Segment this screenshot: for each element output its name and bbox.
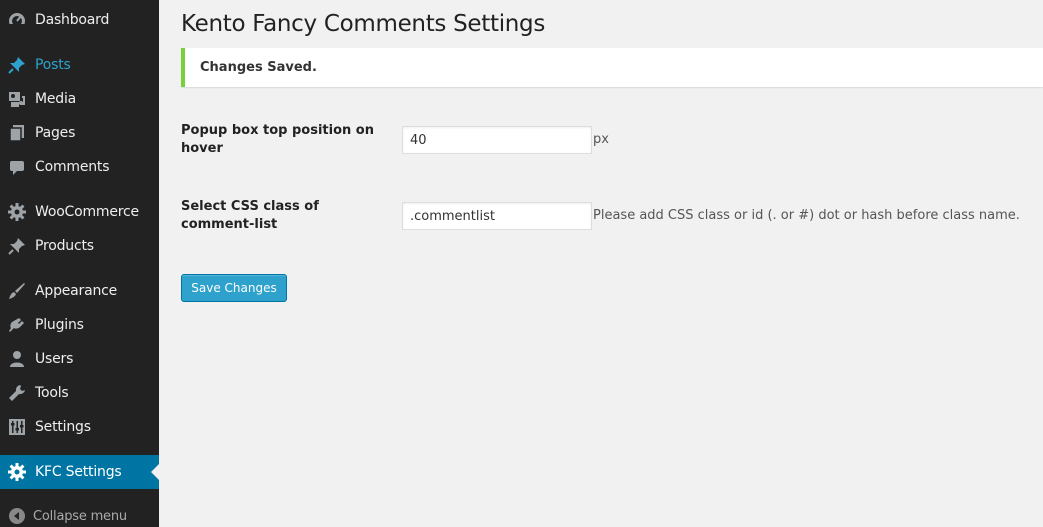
pin-icon: [7, 55, 27, 75]
sidebar-item-label: Dashboard: [35, 12, 110, 28]
admin-sidebar: Dashboard Posts Media Pages Comments Woo…: [0, 0, 159, 527]
sidebar-item-label: Pages: [35, 125, 76, 141]
sliders-icon: [7, 417, 27, 437]
sidebar-item-media[interactable]: Media: [0, 82, 159, 116]
media-icon: [7, 89, 27, 109]
sidebar-item-tools[interactable]: Tools: [0, 376, 159, 410]
sidebar-item-comments[interactable]: Comments: [0, 150, 159, 184]
sidebar-item-label: Comments: [35, 159, 110, 175]
sidebar-item-kfc-settings[interactable]: KFC Settings: [0, 455, 159, 489]
sidebar-item-label: Posts: [35, 57, 71, 73]
save-changes-button[interactable]: Save Changes: [181, 274, 287, 302]
sidebar-item-label: Media: [35, 91, 77, 107]
popup-top-position-input[interactable]: [402, 126, 592, 154]
sidebar-item-dashboard[interactable]: Dashboard: [0, 3, 159, 37]
user-icon: [7, 349, 27, 369]
success-notice: Changes Saved.: [181, 48, 1043, 87]
collapse-menu-button[interactable]: Collapse menu: [0, 499, 159, 527]
collapse-menu-label: Collapse menu: [33, 508, 127, 524]
current-indicator-arrow: [151, 464, 159, 480]
sidebar-item-settings[interactable]: Settings: [0, 410, 159, 444]
sidebar-item-woocommerce[interactable]: WooCommerce: [0, 195, 159, 229]
sidebar-item-label: Tools: [35, 385, 69, 401]
sidebar-item-label: Appearance: [35, 283, 118, 299]
sidebar-item-appearance[interactable]: Appearance: [0, 274, 159, 308]
comment-icon: [7, 157, 27, 177]
popup-top-position-label: Popup box top position on hover: [181, 123, 374, 156]
notice-text: Changes Saved.: [200, 60, 317, 75]
sidebar-item-label: Products: [35, 238, 94, 254]
page-title: Kento Fancy Comments Settings: [181, 11, 546, 37]
sidebar-item-label: Settings: [35, 419, 91, 435]
comment-list-class-hint: Please add CSS class or id (. or #) dot …: [593, 208, 1020, 223]
collapse-arrow-icon: [7, 506, 27, 526]
sidebar-item-users[interactable]: Users: [0, 342, 159, 376]
sidebar-item-label: Plugins: [35, 317, 84, 333]
gear-icon: [7, 202, 27, 222]
pin-icon: [7, 236, 27, 256]
dashboard-icon: [7, 10, 27, 30]
sidebar-item-label: Users: [35, 351, 74, 367]
sidebar-item-pages[interactable]: Pages: [0, 116, 159, 150]
sidebar-item-products[interactable]: Products: [0, 229, 159, 263]
pages-icon: [7, 123, 27, 143]
popup-top-position-unit: px: [593, 132, 609, 147]
comment-list-class-input[interactable]: [402, 202, 592, 230]
brush-icon: [7, 281, 27, 301]
wrench-icon: [7, 383, 27, 403]
sidebar-item-label: KFC Settings: [35, 464, 122, 480]
sidebar-item-plugins[interactable]: Plugins: [0, 308, 159, 342]
gear-icon: [7, 462, 27, 482]
plug-icon: [7, 315, 27, 335]
sidebar-item-posts[interactable]: Posts: [0, 48, 159, 82]
sidebar-item-label: WooCommerce: [35, 204, 139, 220]
comment-list-class-label: Select CSS class of comment-list: [181, 199, 319, 232]
